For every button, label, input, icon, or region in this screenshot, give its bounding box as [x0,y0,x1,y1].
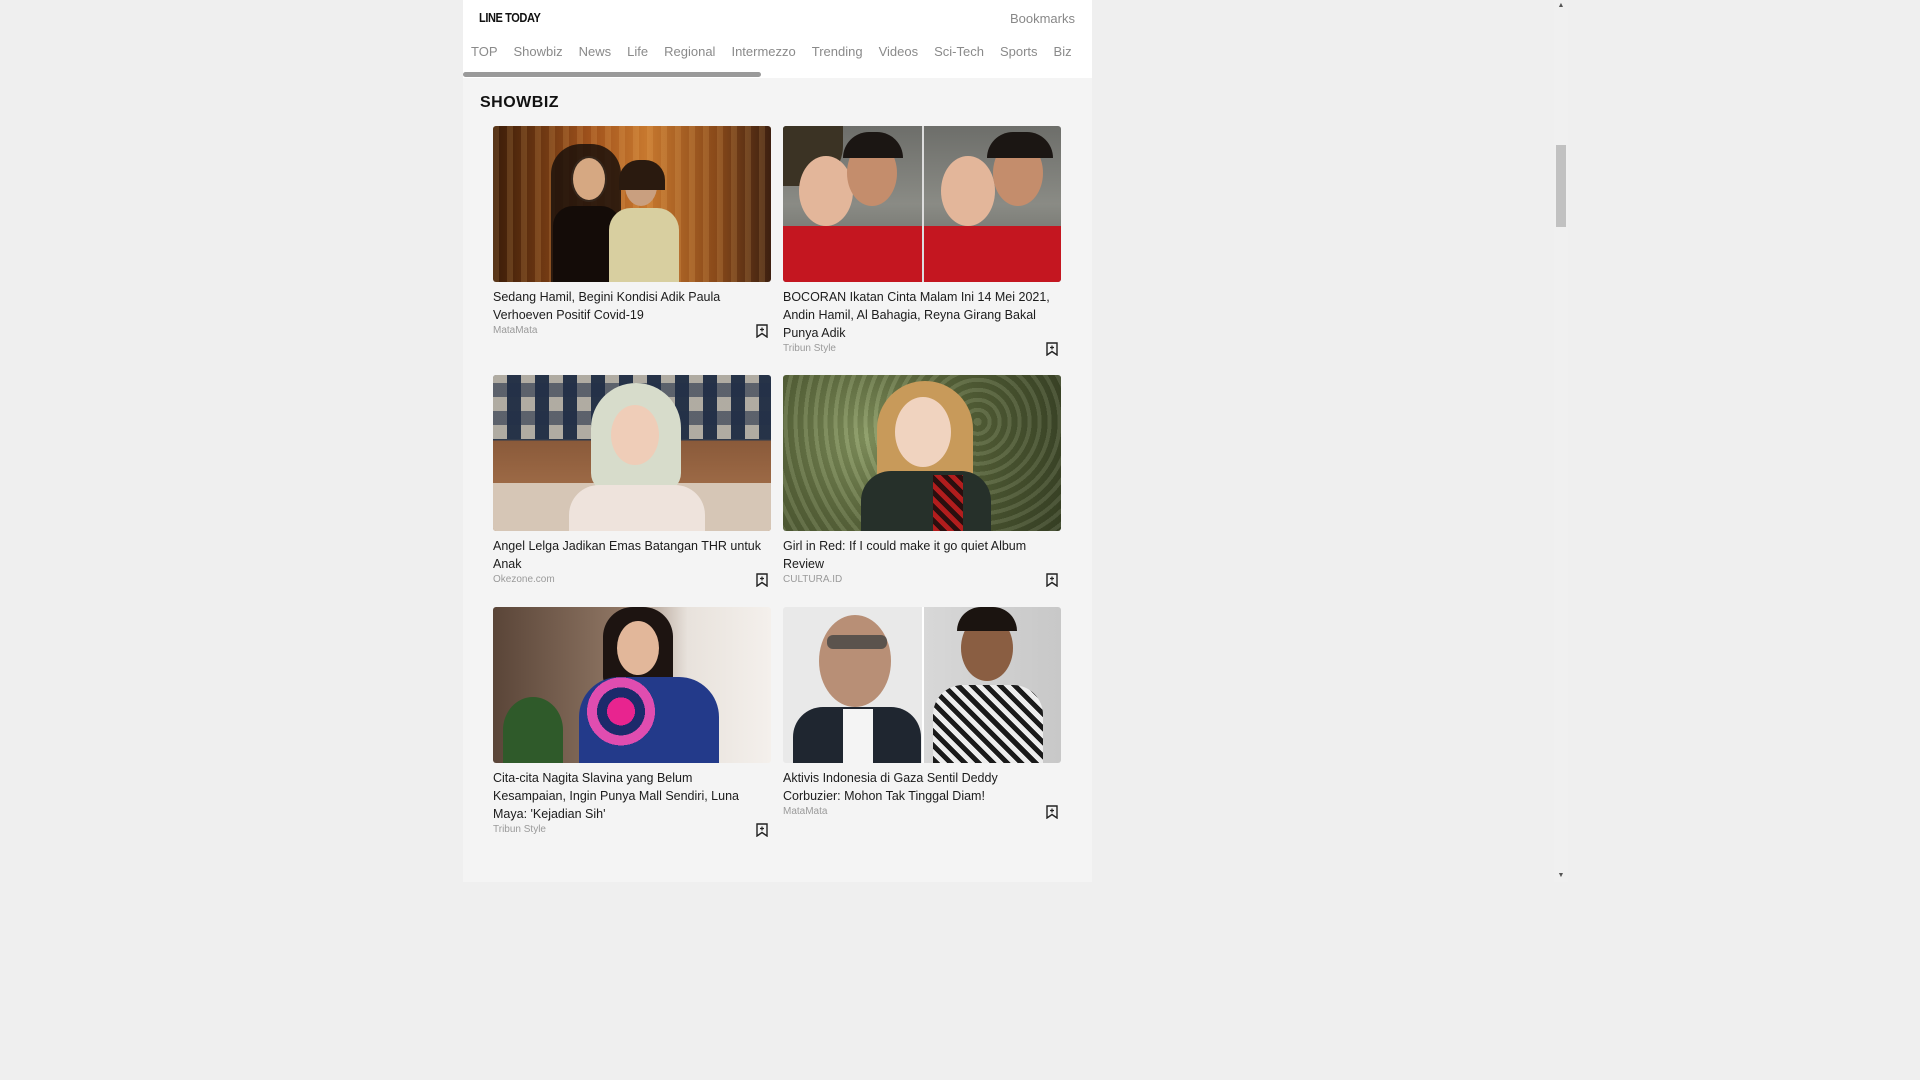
header: LINE TODAY Bookmarks TOP Showbiz News Li… [463,0,1092,78]
article-headline[interactable]: BOCORAN Ikatan Cinta Malam Ini 14 Mei 20… [783,288,1053,342]
bookmark-add-icon[interactable] [756,324,768,338]
section-title: SHOWBIZ [480,94,560,111]
article-source: Okezone.com [493,574,555,585]
article-headline[interactable]: Sedang Hamil, Begini Kondisi Adik Paula … [493,288,763,324]
article-source: Tribun Style [783,343,836,354]
article-thumbnail[interactable] [493,126,771,282]
tab-top[interactable]: TOP [471,44,498,59]
article-card[interactable]: Angel Lelga Jadikan Emas Batangan THR un… [493,375,771,587]
article-source: CULTURA.ID [783,574,843,585]
tab-showbiz[interactable]: Showbiz [514,44,563,59]
article-thumbnail[interactable] [493,607,771,763]
line-today-logo[interactable]: LINE TODAY [479,10,541,25]
tab-scroll-thumb[interactable] [463,72,761,77]
category-tabs: TOP Showbiz News Life Regional Intermezz… [471,44,1088,59]
article-thumbnail[interactable] [783,375,1061,531]
article-headline[interactable]: Aktivis Indonesia di Gaza Sentil Deddy C… [783,769,1053,805]
tab-intermezzo[interactable]: Intermezzo [731,44,795,59]
scroll-down-arrow-icon[interactable]: ▼ [1557,872,1565,880]
tab-sci-tech[interactable]: Sci-Tech [934,44,984,59]
bookmark-add-icon[interactable] [1046,573,1058,587]
tab-videos[interactable]: Videos [879,44,919,59]
article-card[interactable]: Aktivis Indonesia di Gaza Sentil Deddy C… [783,607,1061,819]
article-thumbnail[interactable] [783,126,1061,282]
article-card[interactable]: Cita-cita Nagita Slavina yang Belum Kesa… [493,607,771,837]
bookmark-add-icon[interactable] [756,573,768,587]
article-headline[interactable]: Cita-cita Nagita Slavina yang Belum Kesa… [493,769,763,823]
article-source: MataMata [783,806,828,817]
article-card[interactable]: Sedang Hamil, Begini Kondisi Adik Paula … [493,126,771,338]
article-source: Tribun Style [493,824,546,835]
bookmark-add-icon[interactable] [1046,342,1058,356]
scroll-up-arrow-icon[interactable]: ▲ [1557,2,1565,10]
article-headline[interactable]: Angel Lelga Jadikan Emas Batangan THR un… [493,537,763,573]
tab-life[interactable]: Life [627,44,648,59]
article-thumbnail[interactable] [493,375,771,531]
tab-sports[interactable]: Sports [1000,44,1038,59]
article-headline[interactable]: Girl in Red: If I could make it go quiet… [783,537,1053,573]
main-page: LINE TODAY Bookmarks TOP Showbiz News Li… [463,0,1092,882]
bookmarks-link[interactable]: Bookmarks [1010,11,1075,26]
bookmark-add-icon[interactable] [1046,805,1058,819]
tab-news[interactable]: News [579,44,612,59]
article-card[interactable]: Girl in Red: If I could make it go quiet… [783,375,1061,587]
tab-regional[interactable]: Regional [664,44,715,59]
tab-biz[interactable]: Biz [1054,44,1072,59]
page-scrollbar-thumb[interactable] [1556,145,1566,227]
article-card[interactable]: BOCORAN Ikatan Cinta Malam Ini 14 Mei 20… [783,126,1061,356]
tab-trending[interactable]: Trending [812,44,863,59]
article-source: MataMata [493,325,538,336]
bookmark-add-icon[interactable] [756,823,768,837]
page-scrollbar[interactable]: ▲ ▼ [1554,0,1568,882]
article-thumbnail[interactable] [783,607,1061,763]
